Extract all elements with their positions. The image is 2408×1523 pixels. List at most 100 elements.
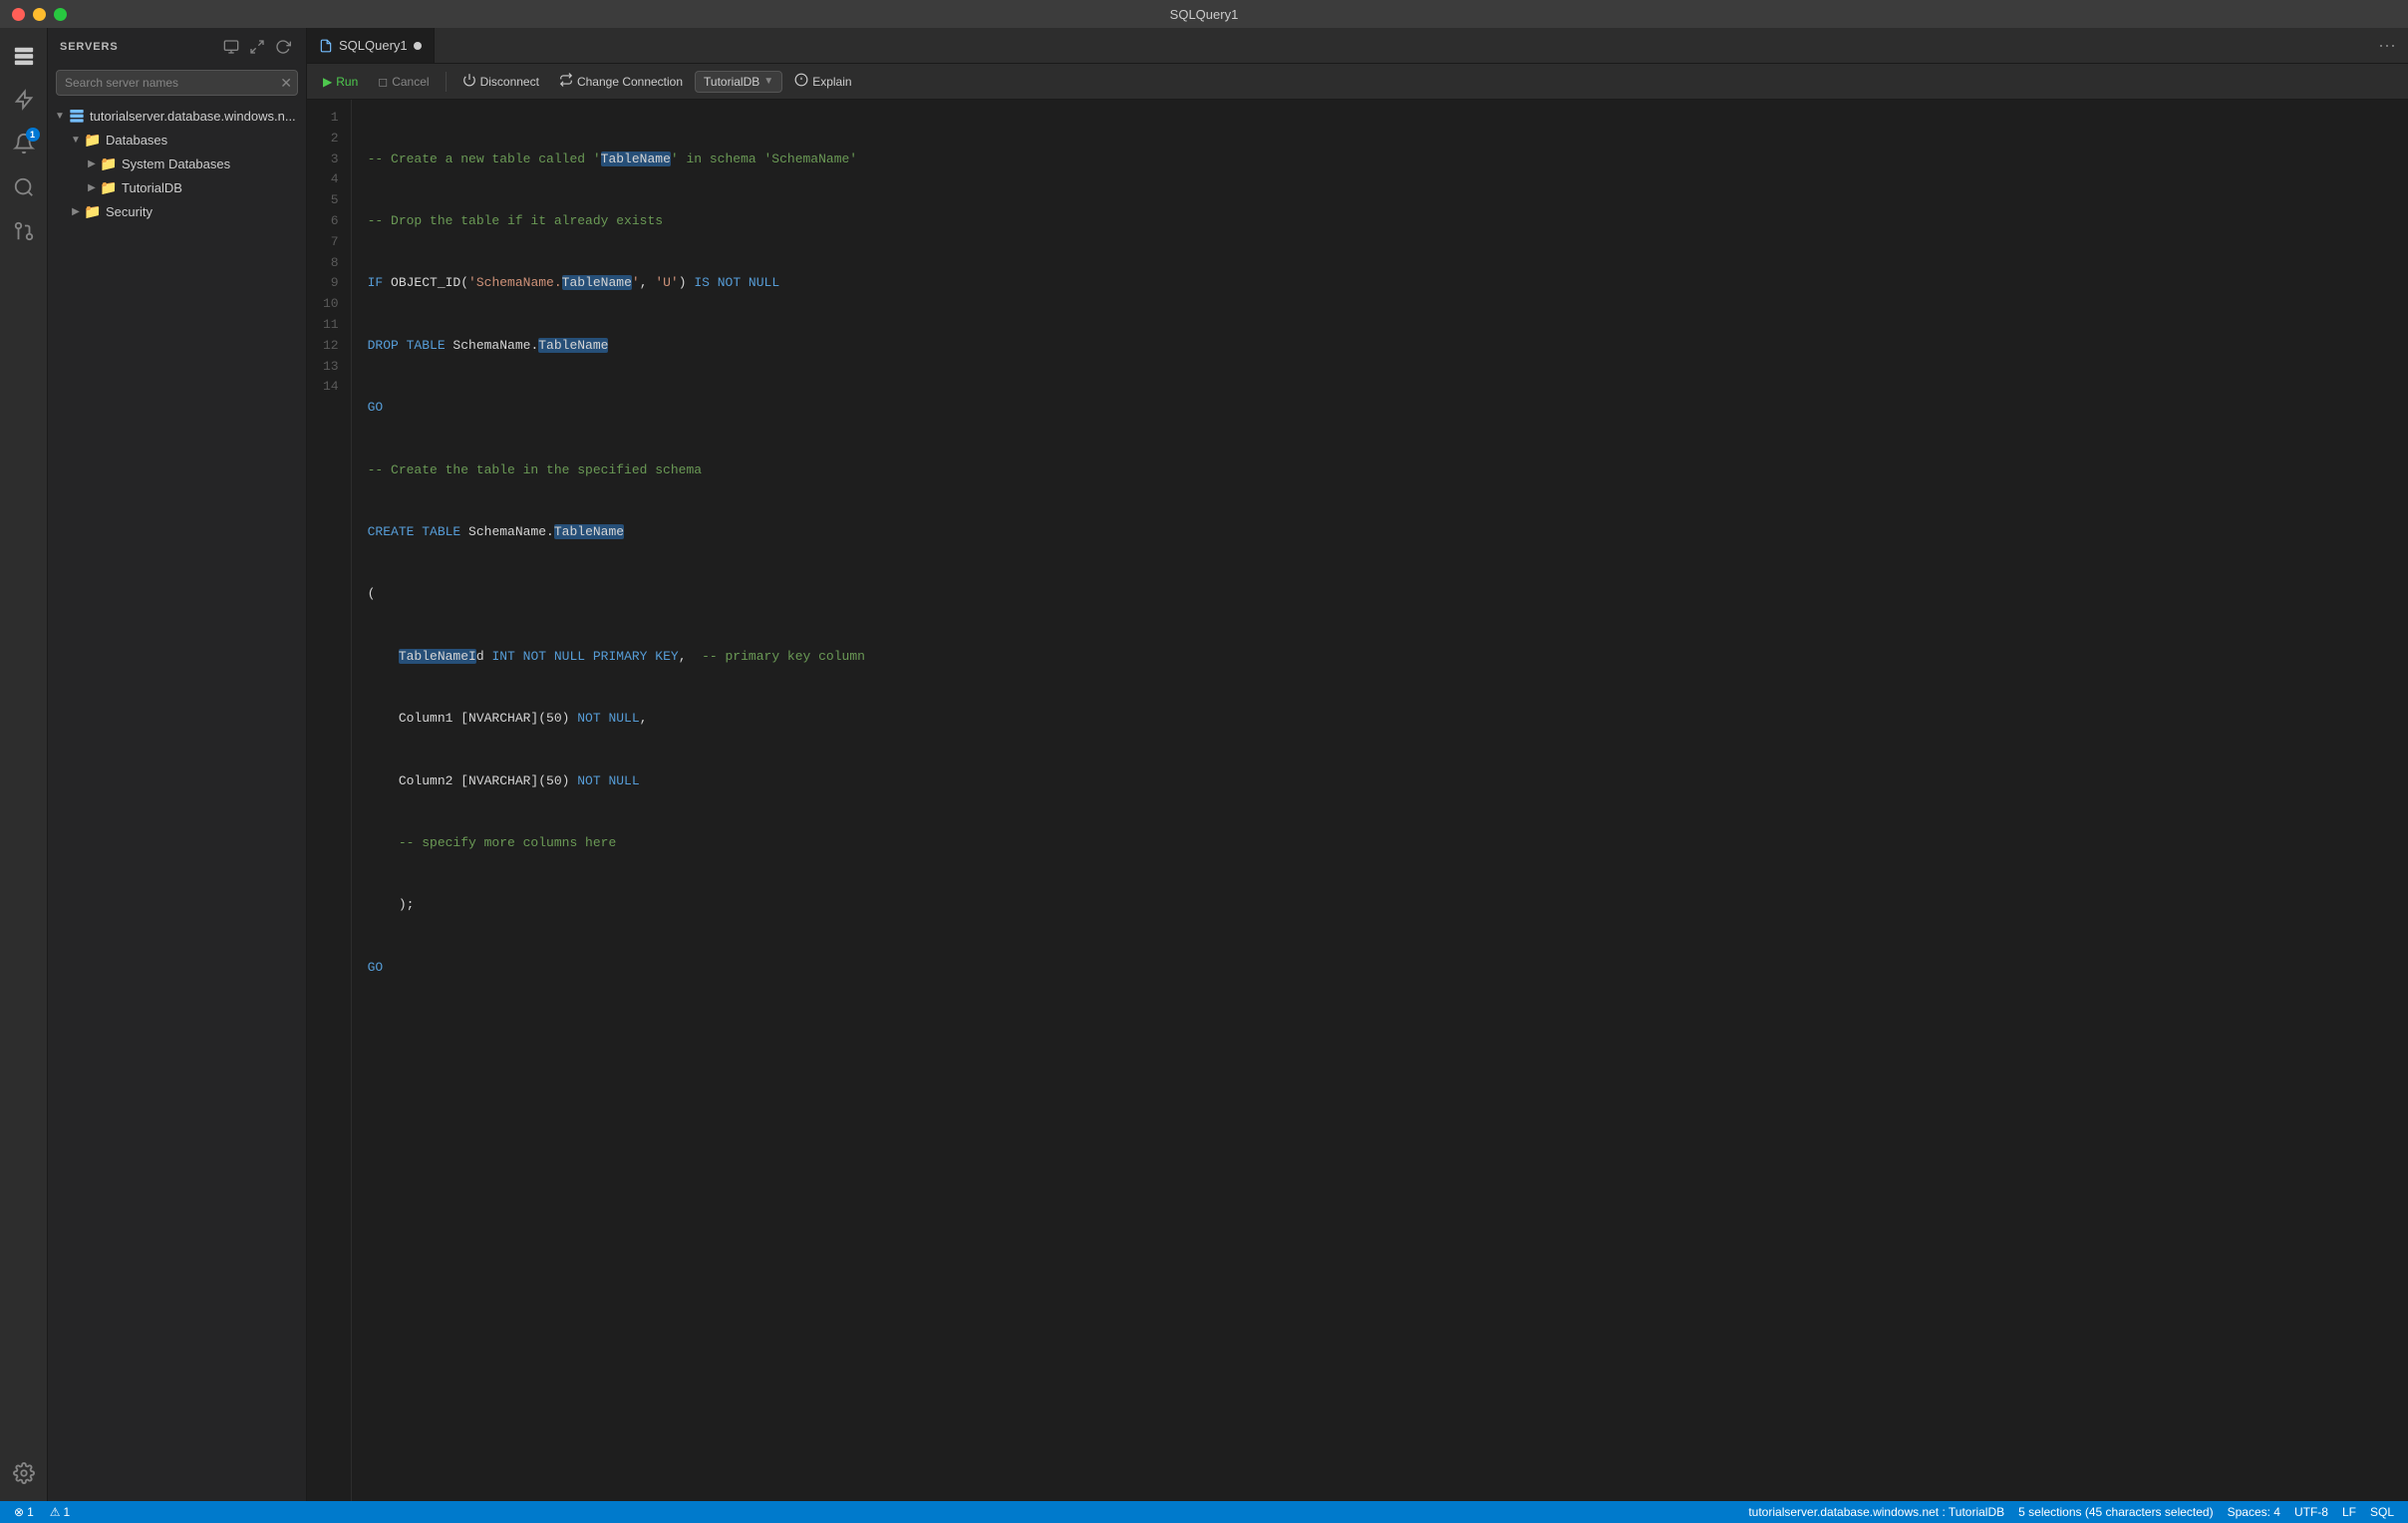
code-line-13: ); [368, 895, 2392, 916]
run-button[interactable]: ▶ Run [315, 71, 366, 93]
code-line-7: CREATE TABLE SchemaName.TableName [368, 522, 2392, 543]
status-warnings[interactable]: ⚠ 1 [44, 1505, 76, 1519]
line-num-12: 12 [323, 336, 339, 357]
run-label: Run [336, 75, 358, 89]
code-line-11: Column2 [NVARCHAR](50) NOT NULL [368, 771, 2392, 792]
tree-arrow-tutorialdb: ▶ [84, 179, 100, 195]
toolbar: ▶ Run ◻ Cancel Disconnect Change Connect… [307, 64, 2408, 100]
explain-icon [794, 73, 808, 90]
collapse-all-button[interactable] [246, 36, 268, 58]
database-selector[interactable]: TutorialDB ▼ [695, 71, 782, 93]
tab-sqlquery1[interactable]: SQLQuery1 [307, 28, 435, 63]
activity-item-connections[interactable] [4, 80, 44, 120]
change-connection-label: Change Connection [577, 75, 683, 89]
tab-label: SQLQuery1 [339, 38, 408, 53]
explain-button[interactable]: Explain [786, 69, 859, 94]
maximize-button[interactable] [54, 8, 67, 21]
tree-item-tutorialdb[interactable]: ▶ 📁 TutorialDB [48, 175, 306, 199]
line-num-13: 13 [323, 357, 339, 378]
code-line-5: GO [368, 398, 2392, 419]
tree-item-system-databases[interactable]: ▶ 📁 System Databases [48, 152, 306, 175]
cancel-button[interactable]: ◻ Cancel [370, 71, 437, 93]
line-num-14: 14 [323, 377, 339, 398]
server-tree: ▼ tutorialserver.database.windows.n... ▼… [48, 104, 306, 1501]
line-num-5: 5 [323, 190, 339, 211]
tree-arrow-systemdbs: ▶ [84, 155, 100, 171]
tutorialdb-label: TutorialDB [122, 180, 182, 195]
activity-item-notifications[interactable] [4, 124, 44, 163]
line-num-1: 1 [323, 108, 339, 129]
tree-arrow-server: ▼ [52, 108, 68, 124]
change-connection-icon [559, 73, 573, 90]
code-line-9: TableNameId INT NOT NULL PRIMARY KEY, --… [368, 647, 2392, 668]
activity-bar [0, 28, 48, 1501]
code-line-8: ( [368, 584, 2392, 605]
disconnect-button[interactable]: Disconnect [454, 69, 547, 94]
refresh-button[interactable] [272, 36, 294, 58]
status-bar: ⊗ 1 ⚠ 1 tutorialserver.database.windows.… [0, 1501, 2408, 1523]
activity-item-servers[interactable] [4, 36, 44, 76]
error-count: 1 [27, 1505, 34, 1519]
line-num-8: 8 [323, 253, 339, 274]
code-line-1: -- Create a new table called 'TableName'… [368, 150, 2392, 170]
error-icon: ⊗ [14, 1505, 24, 1519]
tree-arrow-databases: ▼ [68, 132, 84, 148]
warning-icon: ⚠ [50, 1505, 61, 1519]
activity-item-settings[interactable] [4, 1453, 44, 1493]
tree-item-server[interactable]: ▼ tutorialserver.database.windows.n... [48, 104, 306, 128]
code-line-6: -- Create the table in the specified sch… [368, 460, 2392, 481]
status-encoding[interactable]: UTF-8 [2288, 1505, 2334, 1519]
sidebar-header: SERVERS [48, 28, 306, 66]
window-controls[interactable] [12, 8, 67, 21]
search-box[interactable]: ✕ [56, 70, 298, 96]
status-spaces[interactable]: Spaces: 4 [2222, 1505, 2286, 1519]
cancel-icon: ◻ [378, 75, 388, 89]
toolbar-separator-1 [446, 72, 447, 92]
tree-item-databases[interactable]: ▼ 📁 Databases [48, 128, 306, 152]
add-connection-button[interactable] [220, 36, 242, 58]
folder-icon-tutorialdb: 📁 [100, 178, 118, 196]
search-clear-button[interactable]: ✕ [280, 75, 292, 92]
tree-item-security[interactable]: ▶ 📁 Security [48, 199, 306, 223]
tab-more-button[interactable]: ··· [2366, 35, 2408, 56]
tab-bar: SQLQuery1 ··· [307, 28, 2408, 64]
activity-item-search[interactable] [4, 167, 44, 207]
status-selections[interactable]: 5 selections (45 characters selected) [2012, 1505, 2219, 1519]
activity-item-git[interactable] [4, 211, 44, 251]
code-line-12: -- specify more columns here [368, 833, 2392, 854]
code-editor[interactable]: 1 2 3 4 5 6 7 8 9 10 11 12 13 14 -- Crea… [307, 100, 2408, 1501]
cancel-label: Cancel [392, 75, 429, 89]
code-line-3: IF OBJECT_ID('SchemaName.TableName', 'U'… [368, 273, 2392, 294]
code-line-2: -- Drop the table if it already exists [368, 211, 2392, 232]
explain-label: Explain [812, 75, 851, 89]
systemdbs-label: System Databases [122, 156, 230, 171]
code-line-4: DROP TABLE SchemaName.TableName [368, 336, 2392, 357]
folder-icon-databases: 📁 [84, 131, 102, 149]
sidebar-title: SERVERS [60, 41, 119, 53]
line-num-6: 6 [323, 211, 339, 232]
tree-arrow-security: ▶ [68, 203, 84, 219]
line-num-3: 3 [323, 150, 339, 170]
status-line-ending[interactable]: LF [2336, 1505, 2362, 1519]
server-label: tutorialserver.database.windows.n... [90, 109, 296, 124]
close-button[interactable] [12, 8, 25, 21]
spaces-label: Spaces: 4 [2228, 1505, 2280, 1519]
database-name: TutorialDB [704, 75, 759, 89]
status-errors[interactable]: ⊗ 1 [8, 1505, 40, 1519]
databases-label: Databases [106, 133, 167, 148]
server-connection-label: tutorialserver.database.windows.net : Tu… [1748, 1505, 2004, 1519]
line-ending-label: LF [2342, 1505, 2356, 1519]
status-server[interactable]: tutorialserver.database.windows.net : Tu… [1742, 1505, 2010, 1519]
search-input[interactable] [56, 70, 298, 96]
title-bar: SQLQuery1 [0, 0, 2408, 28]
security-label: Security [106, 204, 152, 219]
language-label: SQL [2370, 1505, 2394, 1519]
tab-modified-dot [414, 42, 422, 50]
minimize-button[interactable] [33, 8, 46, 21]
change-connection-button[interactable]: Change Connection [551, 69, 691, 94]
status-language[interactable]: SQL [2364, 1505, 2400, 1519]
run-icon: ▶ [323, 75, 332, 89]
warning-count: 1 [64, 1505, 71, 1519]
line-num-7: 7 [323, 232, 339, 253]
code-content[interactable]: -- Create a new table called 'TableName'… [352, 100, 2408, 1501]
